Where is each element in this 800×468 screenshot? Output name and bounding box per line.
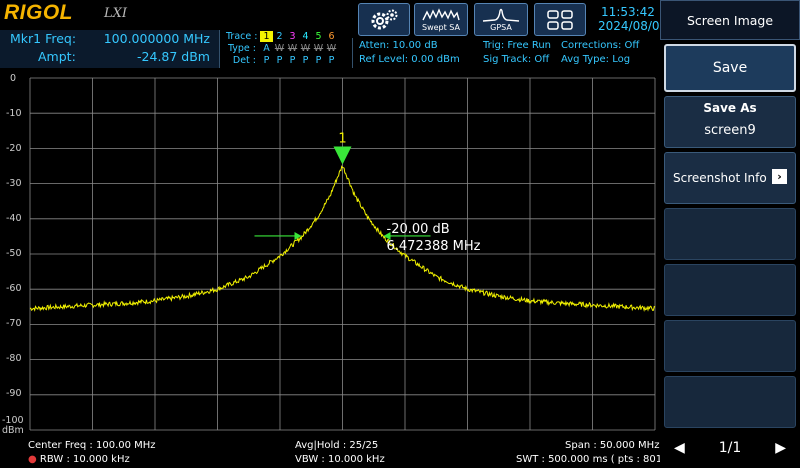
- screenshot-info-button[interactable]: Screenshot Info ›: [664, 152, 796, 204]
- save-as-button[interactable]: Save As screen9: [664, 96, 796, 148]
- avg-type-status: Avg Type: Log: [561, 54, 631, 65]
- corrections-status: Corrections: Off: [561, 40, 640, 51]
- atten-status: Atten: 10.00 dB: [359, 40, 438, 51]
- trace-6-det: P: [328, 55, 335, 66]
- menu-pager: ◀ 1/1 ▶: [664, 430, 796, 466]
- chevron-right-icon: ›: [772, 169, 787, 184]
- swept-sa-tile[interactable]: Swept SA: [414, 3, 468, 36]
- menu-title: Screen Image: [660, 0, 800, 40]
- page-indicator: 1/1: [718, 440, 742, 456]
- save-as-value: screen9: [704, 123, 756, 138]
- clock: 11:53:42 2024/08/05: [598, 5, 668, 33]
- spectrum-graph: 1 -20.00 dB 6.472388 MHz: [29, 77, 656, 431]
- swept-sa-label: Swept SA: [422, 22, 460, 32]
- trace-2-det: P: [276, 55, 283, 66]
- softkey-menu: Screen Image Save Save As screen9 Screen…: [660, 0, 800, 468]
- trace-panel[interactable]: Trace :123456 Type :AWWWWW Det :PPPPPP: [222, 30, 350, 68]
- clock-date: 2024/08/05: [598, 19, 668, 33]
- gpsa-label: GPSA: [490, 22, 512, 32]
- swept-sa-icon: [422, 7, 460, 20]
- trace-2-type: W: [274, 43, 285, 54]
- marker-freq-label: Mkr1 Freq:: [10, 31, 77, 46]
- trace-4-type: W: [300, 43, 311, 54]
- type-label: Type :: [227, 43, 256, 54]
- avg-hold: Avg|Hold : 25/25: [295, 440, 379, 451]
- marker-readout: Mkr1 Freq: 100.000000 MHz Ampt: -24.87 d…: [0, 30, 220, 68]
- lxi-logo: LXI: [104, 6, 128, 21]
- ref-level-status: Ref Level: 0.00 dBm: [359, 54, 460, 65]
- trace-4-number[interactable]: 4: [299, 31, 312, 42]
- trace-3-det: P: [289, 55, 296, 66]
- status-panel: Atten: 10.00 dB Ref Level: 0.00 dBm Trig…: [352, 38, 658, 68]
- rbw-indicator-icon: ●: [28, 454, 37, 465]
- bandwidth-value-label: 6.472388 MHz: [387, 239, 481, 254]
- save-button[interactable]: Save: [664, 44, 796, 92]
- trace-label: Trace :: [226, 31, 258, 42]
- rbw[interactable]: ● RBW : 10.000 kHz: [28, 454, 130, 465]
- empty-softkey: [664, 208, 796, 260]
- center-freq[interactable]: Center Freq : 100.00 MHz: [28, 440, 156, 451]
- trace-6-type: W: [326, 43, 337, 54]
- empty-softkey: [664, 376, 796, 428]
- vbw[interactable]: VBW : 10.000 kHz: [295, 454, 385, 465]
- rigol-logo: RIGOL: [4, 1, 73, 24]
- trace-1-type: A: [263, 43, 270, 54]
- trace-4-det: P: [302, 55, 309, 66]
- marker-1-number: 1: [338, 132, 346, 147]
- gear-icon: [371, 9, 398, 29]
- trace-5-type: W: [313, 43, 324, 54]
- marker-ampt-label: Ampt:: [38, 49, 76, 64]
- gpsa-tile[interactable]: GPSA: [474, 3, 528, 36]
- gpsa-icon: [482, 8, 520, 22]
- layout-tile[interactable]: [534, 3, 586, 36]
- marker-freq-value: 100.000000 MHz: [103, 31, 210, 46]
- trace-5-number[interactable]: 5: [312, 31, 325, 42]
- save-as-label: Save As: [703, 101, 757, 115]
- trace-1-det: P: [263, 55, 270, 66]
- grid-layout-icon: [547, 9, 573, 30]
- trig-status: Trig: Free Run: [483, 40, 551, 51]
- trace-5-det: P: [315, 55, 322, 66]
- empty-softkey: [664, 320, 796, 372]
- trace-2-number[interactable]: 2: [273, 31, 286, 42]
- swt[interactable]: SWT : 500.000 ms ( pts : 801 ): [516, 454, 669, 465]
- bottom-bar: Center Freq : 100.00 MHz ● RBW : 10.000 …: [0, 440, 669, 468]
- spectrum-plot[interactable]: 0 -10 -20 -30 -40 -50 -60 -70 -80 -90 -1…: [0, 68, 660, 440]
- bandwidth-delta-label: -20.00 dB: [387, 222, 450, 237]
- marker-1-triangle: [333, 146, 352, 165]
- sig-track-status: Sig Track: Off: [483, 54, 550, 65]
- marker-ampt-value: -24.87 dBm: [137, 49, 210, 64]
- trace-3-number[interactable]: 3: [286, 31, 299, 42]
- rbw-value: RBW : 10.000 kHz: [39, 454, 130, 465]
- clock-time: 11:53:42: [601, 5, 655, 19]
- trace-3-type: W: [287, 43, 298, 54]
- empty-softkey: [664, 264, 796, 316]
- trace-1-number[interactable]: 1: [260, 31, 273, 42]
- page-prev-icon[interactable]: ◀: [674, 440, 685, 456]
- det-label: Det :: [232, 55, 256, 66]
- settings-tile[interactable]: [358, 3, 410, 36]
- trace-6-number[interactable]: 6: [325, 31, 338, 42]
- span[interactable]: Span : 50.000 MHz: [565, 440, 659, 451]
- page-next-icon[interactable]: ▶: [775, 440, 786, 456]
